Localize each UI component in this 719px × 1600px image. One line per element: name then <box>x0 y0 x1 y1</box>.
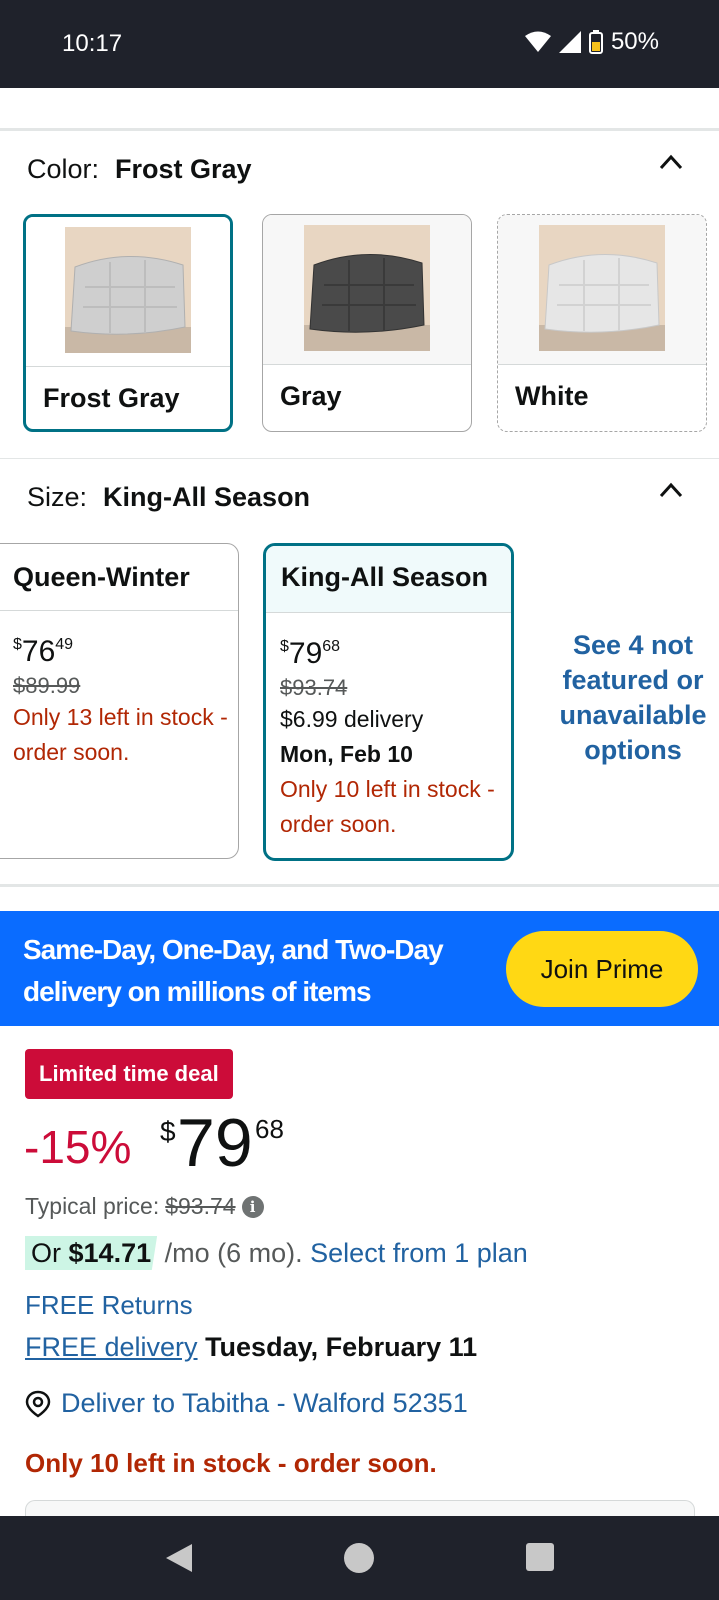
discount-percent: -15% <box>24 1121 132 1173</box>
color-selector-title: Color: Frost Gray <box>27 154 252 185</box>
prime-banner-text: Same-Day, One-Day, and Two-Day delivery … <box>23 934 444 1007</box>
size-option-king-all-season[interactable]: King-All Season $7968 $93.74 $6.99 deliv… <box>263 543 514 861</box>
free-delivery-link[interactable]: FREE delivery <box>25 1332 198 1362</box>
chevron-up-icon[interactable] <box>657 148 685 176</box>
size-option-stock: Only 10 left in stock - order soon. <box>280 776 495 837</box>
divider <box>0 884 719 887</box>
color-selected-value: Frost Gray <box>115 154 252 184</box>
size-option-list-price: $93.74 <box>280 675 348 700</box>
color-option-label: Frost Gray <box>43 383 180 413</box>
typical-price-row: Typical price: $93.74 i <box>25 1193 264 1220</box>
top-spacer <box>0 88 719 130</box>
home-icon[interactable] <box>343 1542 375 1574</box>
color-option-gray[interactable]: Gray <box>262 214 472 432</box>
status-bar: 10:17 50% <box>0 0 719 88</box>
color-option-label: Gray <box>280 381 342 411</box>
select-plan-link[interactable]: Select from 1 plan <box>310 1238 528 1268</box>
swatch-area <box>498 215 706 365</box>
size-option-price: $7649 <box>13 635 74 668</box>
color-label: Color: <box>27 154 100 184</box>
info-icon[interactable]: i <box>241 1195 264 1218</box>
color-option-white[interactable]: White <box>497 214 707 432</box>
size-option-list-price: $89.99 <box>13 673 81 698</box>
join-prime-button[interactable]: Join Prime <box>506 931 698 1007</box>
status-icons: 50% <box>524 28 659 56</box>
typical-price-value: $93.74 <box>165 1193 236 1219</box>
size-selected-value: King-All Season <box>103 482 311 512</box>
typical-price-label: Typical price: <box>25 1193 160 1219</box>
status-time: 10:17 <box>62 30 123 57</box>
location-pin-icon <box>25 1390 51 1417</box>
size-option-delivery: $6.99 delivery <box>280 706 424 732</box>
comforter-gray-image <box>304 225 430 351</box>
battery-icon <box>588 30 603 54</box>
free-delivery-date: Tuesday, February 11 <box>205 1332 478 1362</box>
size-option-details: $7968 $93.74 $6.99 delivery Mon, Feb 10 … <box>266 613 511 842</box>
battery-percent: 50% <box>610 28 659 55</box>
deliver-to-link[interactable]: Deliver to Tabitha - Walford 52351 <box>61 1388 468 1419</box>
see-more-options-link[interactable]: See 4 not featured or unavailable option… <box>548 628 718 768</box>
price-fraction: 68 <box>255 1114 284 1144</box>
size-option-queen-winter[interactable]: Queen-Winter $7649 $89.99 Only 13 left i… <box>0 543 239 859</box>
deliver-to-row[interactable]: Deliver to Tabitha - Walford 52351 <box>25 1388 468 1419</box>
size-label: Size: <box>27 482 88 512</box>
color-option-frost-gray[interactable]: Frost Gray <box>23 214 233 432</box>
installment-or: Or <box>31 1238 61 1268</box>
size-option-price: $7968 <box>280 637 341 670</box>
swatch-area <box>26 217 230 367</box>
swatch-area <box>263 215 471 365</box>
installment-row: Or $14.71 /mo (6 mo). Select from 1 plan <box>25 1236 528 1270</box>
installment-term: /mo (6 mo). <box>157 1238 303 1268</box>
prime-banner[interactable]: Same-Day, One-Day, and Two-Day delivery … <box>0 911 719 1026</box>
size-option-details: $7649 $89.99 Only 13 left in stock - ord… <box>0 611 238 770</box>
divider <box>0 128 719 131</box>
size-option-stock: Only 13 left in stock - order soon. <box>13 704 228 765</box>
cell-signal-icon <box>558 31 581 53</box>
size-selector-title: Size: King-All Season <box>27 482 310 513</box>
recents-icon[interactable] <box>525 1542 555 1572</box>
wifi-icon <box>524 31 551 52</box>
comforter-white-image <box>539 225 665 351</box>
comforter-frost-gray-image <box>65 227 191 353</box>
installment-amount: $14.71 <box>68 1238 152 1268</box>
size-option-name: Queen-Winter <box>0 544 238 611</box>
back-icon[interactable] <box>164 1542 194 1574</box>
size-option-name: King-All Season <box>266 546 511 613</box>
limited-time-deal-badge: Limited time deal <box>25 1049 233 1099</box>
free-returns-link[interactable]: FREE Returns <box>25 1290 193 1321</box>
free-delivery-row: FREE delivery Tuesday, February 11 <box>25 1332 477 1363</box>
stock-status: Only 10 left in stock - order soon. <box>25 1448 437 1478</box>
chevron-up-icon[interactable] <box>657 476 685 504</box>
system-nav-bar <box>0 1516 719 1600</box>
divider <box>0 458 719 459</box>
color-option-label: White <box>515 381 589 411</box>
price-currency: $ <box>160 1116 176 1147</box>
price-whole: 79 <box>177 1105 253 1181</box>
size-option-delivery-date: Mon, Feb 10 <box>280 741 413 767</box>
installment-highlight: Or $14.71 <box>25 1236 158 1270</box>
